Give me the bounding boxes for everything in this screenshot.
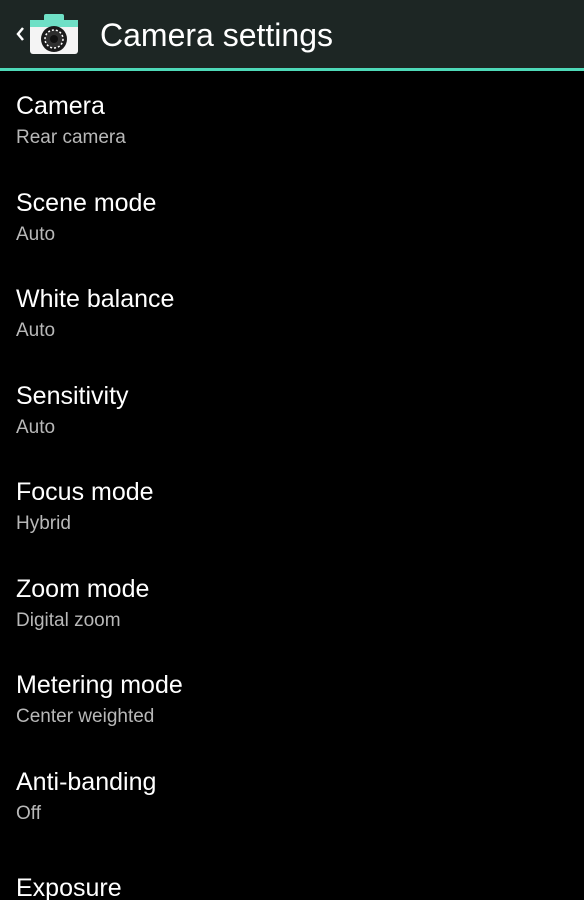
setting-title: Zoom mode: [16, 574, 150, 603]
setting-zoom-mode[interactable]: Zoom mode Digital zoom: [0, 554, 584, 651]
page-title: Camera settings: [100, 17, 333, 53]
setting-white-balance[interactable]: White balance Auto: [0, 264, 584, 361]
setting-summary: Off: [16, 802, 41, 824]
up-navigation-button[interactable]: [0, 0, 90, 68]
setting-sensitivity[interactable]: Sensitivity Auto: [0, 361, 584, 458]
setting-title: Exposure: [16, 874, 122, 900]
settings-list: Camera Rear camera Scene mode Auto White…: [0, 71, 584, 900]
setting-title: Metering mode: [16, 671, 183, 699]
setting-focus-mode[interactable]: Focus mode Hybrid: [0, 457, 584, 554]
camera-app-icon: [30, 14, 78, 54]
setting-exposure[interactable]: Exposure: [0, 843, 584, 900]
setting-anti-banding[interactable]: Anti-banding Off: [0, 747, 584, 844]
back-chevron-icon: [16, 27, 24, 41]
setting-summary: Center weighted: [16, 706, 155, 727]
setting-camera[interactable]: Camera Rear camera: [0, 71, 584, 168]
setting-title: Camera: [16, 92, 105, 120]
setting-title: Sensitivity: [16, 381, 129, 410]
camera-settings-screen: Camera settings Camera Rear camera Scene…: [0, 0, 584, 900]
setting-scene-mode[interactable]: Scene mode Auto: [0, 168, 584, 265]
setting-title: Focus mode: [16, 478, 154, 506]
setting-metering-mode[interactable]: Metering mode Center weighted: [0, 650, 584, 747]
setting-title: Scene mode: [16, 188, 157, 217]
setting-summary: Auto: [16, 320, 56, 341]
setting-summary: Auto: [16, 416, 56, 438]
setting-summary: Auto: [16, 223, 56, 245]
setting-title: Anti-banding: [16, 767, 157, 796]
action-bar: Camera settings: [0, 0, 584, 71]
setting-summary: Rear camera: [16, 127, 126, 148]
setting-summary: Digital zoom: [16, 609, 121, 631]
setting-summary: Hybrid: [16, 513, 71, 534]
setting-title: White balance: [16, 285, 175, 313]
